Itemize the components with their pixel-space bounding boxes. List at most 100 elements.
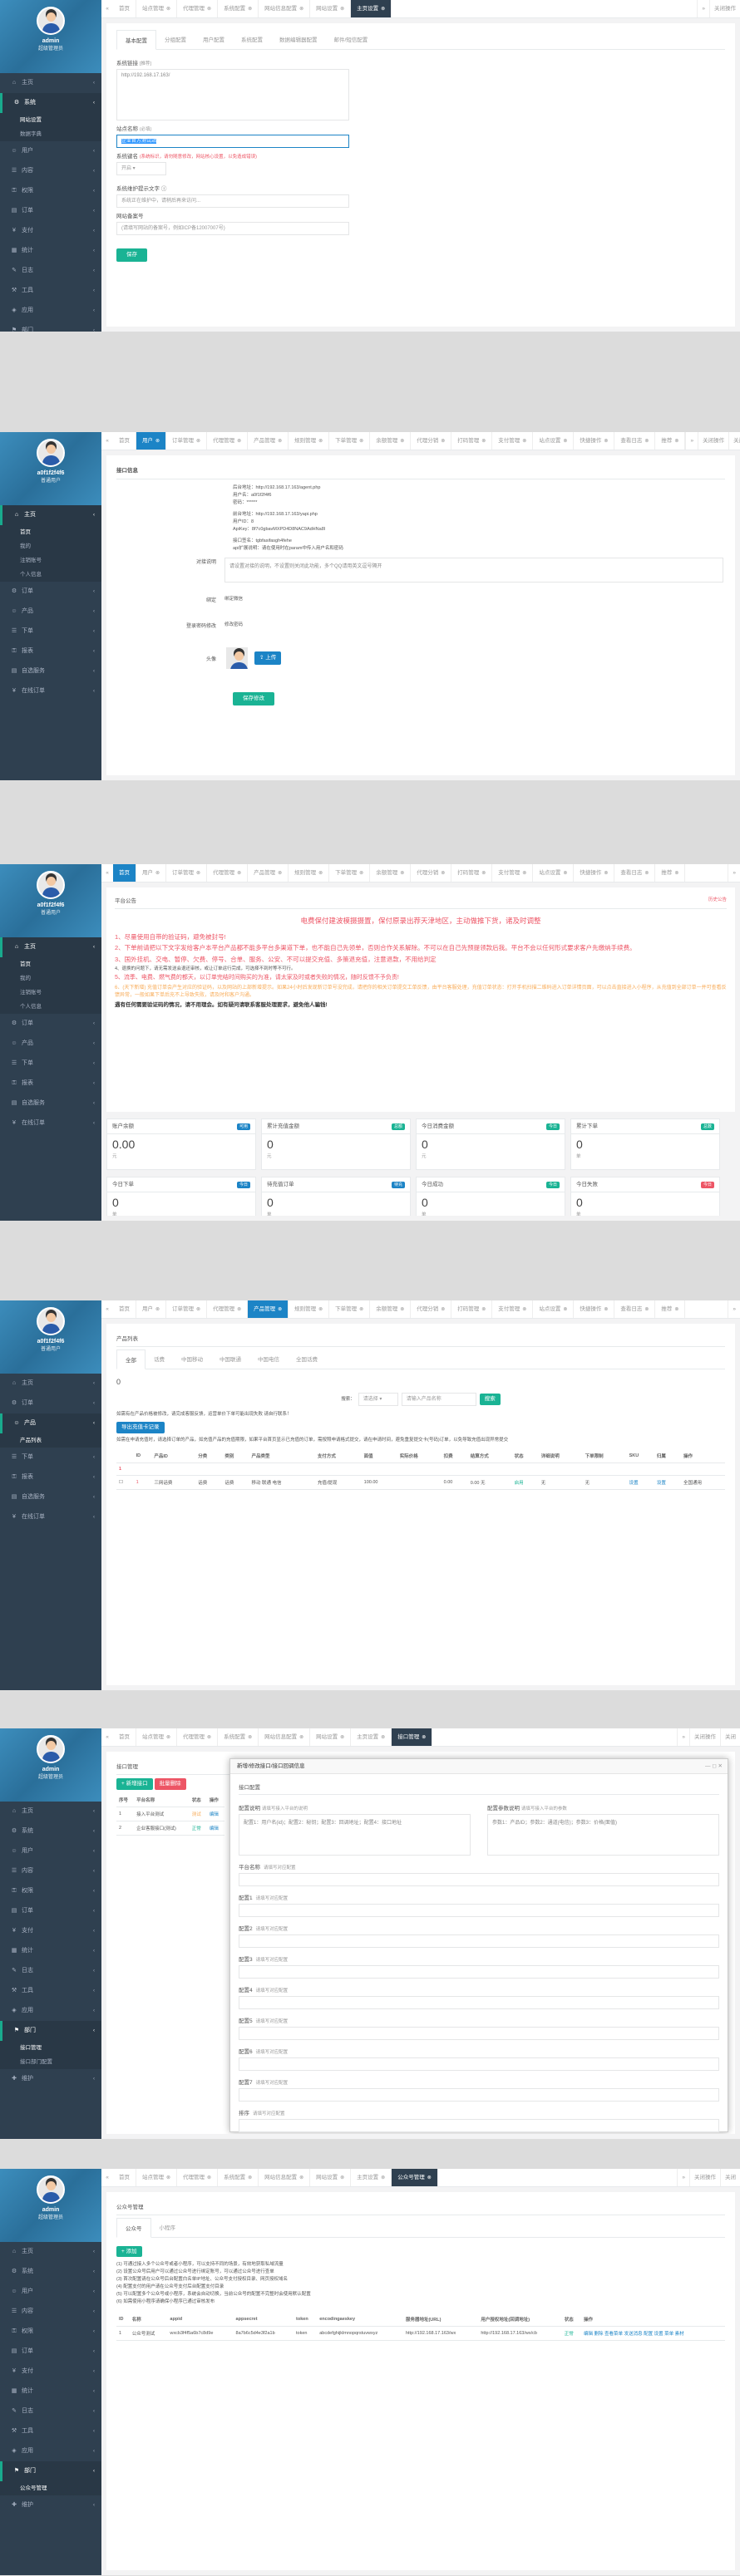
close-icon[interactable]: ⊗ [563,871,567,876]
sidebar-item[interactable]: ☺ 用户 ‹ [0,141,101,161]
sidebar-item[interactable]: ⚿ 权限 ‹ [0,2322,101,2342]
close-icon[interactable]: ⊗ [237,439,241,444]
tab[interactable]: 网站设置 ⊗ [310,0,352,17]
tab[interactable]: 站点管理 ⊗ [136,1728,178,1746]
tab[interactable]: 首页 [113,2169,136,2186]
config-input[interactable] [239,1873,719,1886]
tab[interactable]: 站点设置 ⊗ [533,1300,575,1318]
tab[interactable]: 公众号管理 ⊗ [392,2169,438,2186]
close-icon[interactable]: ⊗ [400,1307,404,1312]
table-row[interactable]: 2 企业客服接口(测试) 正常 编辑 [116,1821,224,1836]
tab-scroll-right-icon[interactable]: » [728,864,740,882]
avatar[interactable] [37,2175,65,2204]
sidebar-item[interactable]: ⚙ 订单 ‹ [0,1014,101,1034]
close-icon[interactable]: ⊗ [563,1307,567,1312]
sidebar-item[interactable]: ✎ 日志 ‹ [0,1961,101,1981]
close-icon[interactable]: ⊗ [196,871,200,876]
tab[interactable]: 用户 ⊗ [136,864,167,882]
tab-scroll-left-icon[interactable]: « [101,1734,113,1740]
subtab[interactable]: 话费 [146,1349,173,1369]
sidebar-item[interactable]: ⚑ 部门 ‹ [0,2461,101,2481]
config-input[interactable] [239,1904,719,1917]
tab[interactable]: 主页设置 ⊗ [351,0,392,17]
table-row[interactable]: 1 公众号测试 wxcb3f4f5a6b7c8d9e 8a7b6c5d4e3f2a1b… [116,2326,725,2341]
tab[interactable]: 打码管理 ⊗ [451,1300,493,1318]
close-icon[interactable]: ⊗ [166,2175,170,2180]
close-icon[interactable]: ⊗ [207,2175,211,2180]
tab[interactable]: 代理管理 ⊗ [207,432,249,450]
tab-scroll-right-icon[interactable]: » [685,432,698,450]
close-icon[interactable]: ⊗ [422,1735,426,1740]
tab[interactable]: 规则管理 ⊗ [289,864,330,882]
sidebar-item[interactable]: ☺ 产品 ‹ [0,1034,101,1054]
close-icon[interactable]: ⊗ [563,439,567,444]
sidebar-item[interactable]: ☰ 下单 ‹ [0,1054,101,1074]
export-button[interactable]: 导出充值卡记录 [116,1422,165,1433]
table-cell[interactable]: 设置 [626,1475,654,1490]
close-icon[interactable]: ⊗ [155,439,160,444]
tab-action[interactable]: 关闭 [720,1728,740,1746]
tab[interactable]: 代理管理 ⊗ [177,0,219,17]
tab[interactable]: 首页 [113,1300,136,1318]
sidebar-item[interactable]: ▤ 订单 ‹ [0,1901,101,1921]
tab[interactable]: 站点设置 ⊗ [533,432,575,450]
sidebar-item[interactable]: ✎ 日志 ‹ [0,261,101,281]
close-icon[interactable]: ⊗ [248,1735,252,1740]
avatar[interactable] [37,7,65,35]
close-icon[interactable]: ⊗ [166,7,170,12]
history-notices-link[interactable]: 历史公告 [708,896,727,902]
tab-scroll-right-icon[interactable]: » [677,1728,689,1746]
sidebar-item[interactable]: ⚒ 工具 ‹ [0,2421,101,2441]
close-icon[interactable]: ⊗ [522,439,526,444]
tab[interactable]: 支付管理 ⊗ [492,432,534,450]
upload-button[interactable]: ⇪ 上传 [254,651,282,665]
subtab[interactable]: 基本配置 [116,30,156,50]
close-icon[interactable]: ⊗ [166,1735,170,1740]
subtab[interactable]: 中国联通 [211,1349,249,1369]
tab-scroll-right-icon[interactable]: » [728,1300,740,1318]
sidebar-item[interactable]: ☺ 产品 ‹ [0,1413,101,1433]
sidebar-item[interactable]: ☰ 下单 ‹ [0,622,101,642]
tab[interactable]: 产品管理 ⊗ [248,864,289,882]
avatar[interactable] [37,871,65,899]
close-icon[interactable]: ⊗ [278,1307,282,1312]
table-cell[interactable]: ☐ [116,1475,134,1490]
close-icon[interactable]: ⊗ [318,1307,323,1312]
tab[interactable]: 系统配置 ⊗ [218,2169,259,2186]
tab-scroll-left-icon[interactable]: « [101,438,113,444]
save-changes-button[interactable]: 保存修改 [233,692,274,705]
sidebar-item[interactable]: ⚿ 报表 ‹ [0,1074,101,1094]
tab[interactable]: 支付管理 ⊗ [492,864,534,882]
close-icon[interactable]: ⊗ [481,871,486,876]
sidebar-item[interactable]: ▤ 自选服务 ‹ [0,1487,101,1507]
sidebar-subitem[interactable]: 个人信息 [0,1000,101,1014]
tab[interactable]: 站点管理 ⊗ [136,0,178,17]
sidebar-subitem[interactable]: 网站设置 [0,113,101,127]
tab[interactable]: 余额管理 ⊗ [370,432,412,450]
tab[interactable]: 代理分销 ⊗ [411,1300,452,1318]
config-input[interactable] [239,2057,719,2071]
tab[interactable]: 产品管理 ⊗ [248,432,289,450]
tab-action[interactable]: 关闭 [728,432,740,450]
tab-scroll-right-icon[interactable]: » [677,2169,689,2186]
close-icon[interactable]: ⊗ [248,2175,252,2180]
sidebar-item[interactable]: ¥ 支付 ‹ [0,1921,101,1941]
tab[interactable]: 网站设置 ⊗ [310,2169,352,2186]
tab[interactable]: 下单管理 ⊗ [329,864,371,882]
maintenance-text-input[interactable]: 系统正在维护中，请稍后再来访问... [116,194,349,208]
close-icon[interactable]: ⊗ [237,1307,241,1312]
close-icon[interactable]: ⊗ [381,1735,385,1740]
tab[interactable]: 查看日志 ⊗ [614,432,656,450]
subtab[interactable]: 公众号 [116,2218,151,2238]
tab[interactable]: 系统配置 ⊗ [218,0,259,17]
sidebar-item[interactable]: ☰ 下单 ‹ [0,1448,101,1467]
tab[interactable]: 用户 ⊗ [136,1300,167,1318]
sidebar-item[interactable]: ¥ 在线订单 ‹ [0,1507,101,1527]
close-icon[interactable]: ⊗ [318,871,323,876]
sidebar-item[interactable]: ▤ 自选服务 ‹ [0,1094,101,1113]
sidebar-item[interactable]: ⚿ 报表 ‹ [0,1467,101,1487]
close-icon[interactable]: ⊗ [278,439,282,444]
tab-scroll-left-icon[interactable]: « [101,2175,113,2180]
tab[interactable]: 规则管理 ⊗ [289,432,330,450]
sidebar-subitem[interactable]: 个人信息 [0,568,101,582]
